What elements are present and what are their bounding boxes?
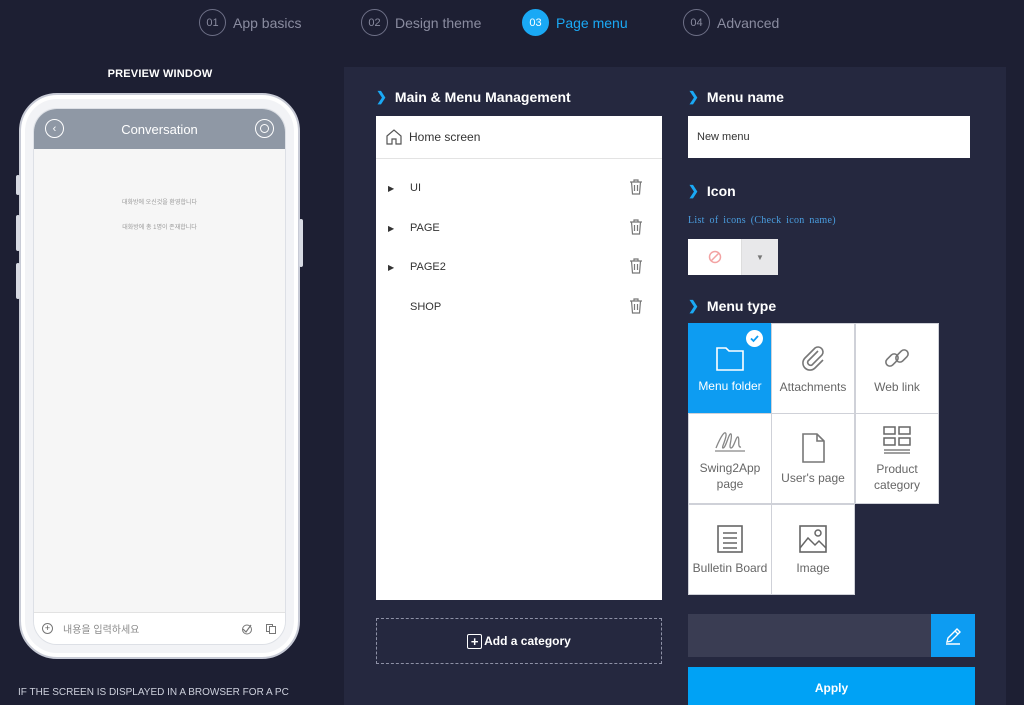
step-app-basics[interactable]: 01 App basics xyxy=(199,9,301,36)
menu-type-label: Bulletin Board xyxy=(692,560,768,575)
trash-icon[interactable] xyxy=(628,178,644,199)
chat-area: 대화방에 오신것을 환영합니다 대화방에 총 1명이 존재합니다 xyxy=(34,149,285,231)
trash-icon[interactable] xyxy=(628,297,644,318)
menu-type-label: Web link xyxy=(874,379,920,394)
menu-tree: Home screen ▶ UI ▶ PAGE ▶ PAGE2 SHOP xyxy=(376,116,662,600)
tree-item-label: PAGE2 xyxy=(410,261,446,273)
tree-item-label: UI xyxy=(410,182,421,194)
menu-type-label: Product category xyxy=(873,461,921,492)
step-number: 03 xyxy=(522,9,549,36)
step-label: Advanced xyxy=(717,14,780,31)
menu-type-web-link[interactable]: Web link xyxy=(855,323,939,414)
menu-type-image[interactable]: Image xyxy=(771,504,855,595)
chevron-right-icon: ❯ xyxy=(688,298,699,313)
menu-name-input[interactable] xyxy=(688,116,970,158)
checkmark-icon xyxy=(746,330,763,347)
image-icon xyxy=(799,524,827,553)
wizard-steps: 01 App basics 02 Design theme 03 Page me… xyxy=(199,9,819,37)
menu-name-heading: ❯ Menu name xyxy=(688,89,784,105)
chat-message: 대화방에 오신것을 환영합니다 xyxy=(121,200,198,206)
menu-type-label: Menu folder xyxy=(698,378,762,393)
chevron-right-icon: ❯ xyxy=(376,89,387,104)
tree-item-label: SHOP xyxy=(410,301,442,313)
screen-header: ‹ Conversation xyxy=(34,109,285,149)
step-label: App basics xyxy=(233,14,302,31)
pc-browser-note: IF THE SCREEN IS DISPLAYED IN A BROWSER … xyxy=(18,687,289,698)
chevron-right-icon: ❯ xyxy=(688,89,699,104)
step-number: 02 xyxy=(361,9,388,36)
link-value-field[interactable] xyxy=(688,614,975,657)
trash-icon[interactable] xyxy=(628,257,644,278)
apply-button[interactable]: Apply xyxy=(688,667,975,705)
menu-type-users-page[interactable]: User's page xyxy=(771,413,855,504)
plus-icon[interactable]: + xyxy=(42,623,53,634)
plus-square-icon: + xyxy=(467,633,483,649)
pencil-icon xyxy=(946,627,961,645)
trash-icon[interactable] xyxy=(628,218,644,239)
step-label: Page menu xyxy=(556,14,628,31)
signature-icon xyxy=(715,431,745,452)
file-icon xyxy=(802,432,825,463)
tree-item[interactable]: ▶ PAGE xyxy=(376,216,662,240)
menu-type-product-category[interactable]: Product category xyxy=(855,413,939,504)
icon-select[interactable]: ▼ xyxy=(688,239,778,275)
menu-type-label: Swing2App page xyxy=(699,460,761,491)
icon-list-link[interactable]: List of icons (Check icon name) xyxy=(688,215,836,226)
link-icon xyxy=(885,348,909,367)
chat-input-bar: + 내용을 입력하세요 xyxy=(34,612,285,644)
main-menu-heading: ❯ Main & Menu Management xyxy=(376,89,571,105)
no-icon-icon xyxy=(688,239,742,275)
chat-input[interactable]: 내용을 입력하세요 xyxy=(63,621,229,636)
step-design-theme[interactable]: 02 Design theme xyxy=(361,9,481,36)
expand-arrow-icon[interactable]: ▶ xyxy=(388,263,394,272)
home-icon xyxy=(386,129,402,145)
back-icon[interactable]: ‹ xyxy=(45,119,64,138)
chat-message: 대화방에 총 1명이 존재합니다 xyxy=(122,225,197,231)
tree-item[interactable]: ▶ UI xyxy=(376,176,662,200)
phone-preview: ‹ Conversation 대화방에 오신것을 환영합니다 대화방에 총 1명… xyxy=(16,93,303,659)
paperclip-icon xyxy=(802,345,824,371)
home-screen-item[interactable]: Home screen xyxy=(376,116,662,159)
menu-type-label: User's page xyxy=(781,470,845,485)
step-label: Design theme xyxy=(395,14,482,31)
tree-item[interactable]: ▶ PAGE2 xyxy=(376,255,662,279)
step-page-menu[interactable]: 03 Page menu xyxy=(522,9,628,36)
expand-arrow-icon[interactable]: ▶ xyxy=(388,224,394,233)
menu-type-menu-folder[interactable]: Menu folder xyxy=(688,323,772,414)
tree-item[interactable]: SHOP xyxy=(376,295,662,319)
copy-icon[interactable] xyxy=(265,623,277,635)
step-advanced[interactable]: 04 Advanced xyxy=(683,9,779,36)
menu-type-label: Attachments xyxy=(779,379,847,394)
add-category-button[interactable]: + Add a category xyxy=(376,618,662,664)
edit-pencil-button[interactable] xyxy=(931,614,975,657)
grid-icon xyxy=(883,425,911,454)
list-icon xyxy=(717,524,743,553)
step-number: 01 xyxy=(199,9,226,36)
icon-heading: ❯ Icon xyxy=(688,183,736,199)
chevron-right-icon: ❯ xyxy=(688,183,699,198)
menu-type-heading: ❯ Menu type xyxy=(688,298,777,314)
menu-type-attachments[interactable]: Attachments xyxy=(771,323,855,414)
screen-title: Conversation xyxy=(121,121,198,137)
folder-icon xyxy=(716,346,744,371)
menu-type-swing2app-page[interactable]: Swing2App page xyxy=(688,413,772,504)
menu-type-label: Image xyxy=(796,560,830,575)
chevron-down-icon[interactable]: ▼ xyxy=(742,239,778,275)
tree-item-label: PAGE xyxy=(410,222,440,234)
add-category-label: Add a category xyxy=(484,634,571,648)
check-icon[interactable] xyxy=(241,623,253,635)
step-number: 04 xyxy=(683,9,710,36)
preview-window-title: PREVIEW WINDOW xyxy=(107,68,213,80)
home-screen-label: Home screen xyxy=(409,130,481,144)
settings-icon[interactable] xyxy=(255,119,274,138)
expand-arrow-icon[interactable]: ▶ xyxy=(388,184,394,193)
menu-type-bulletin-board[interactable]: Bulletin Board xyxy=(688,504,772,595)
phone-screen: ‹ Conversation 대화방에 오신것을 환영합니다 대화방에 총 1명… xyxy=(33,108,286,645)
